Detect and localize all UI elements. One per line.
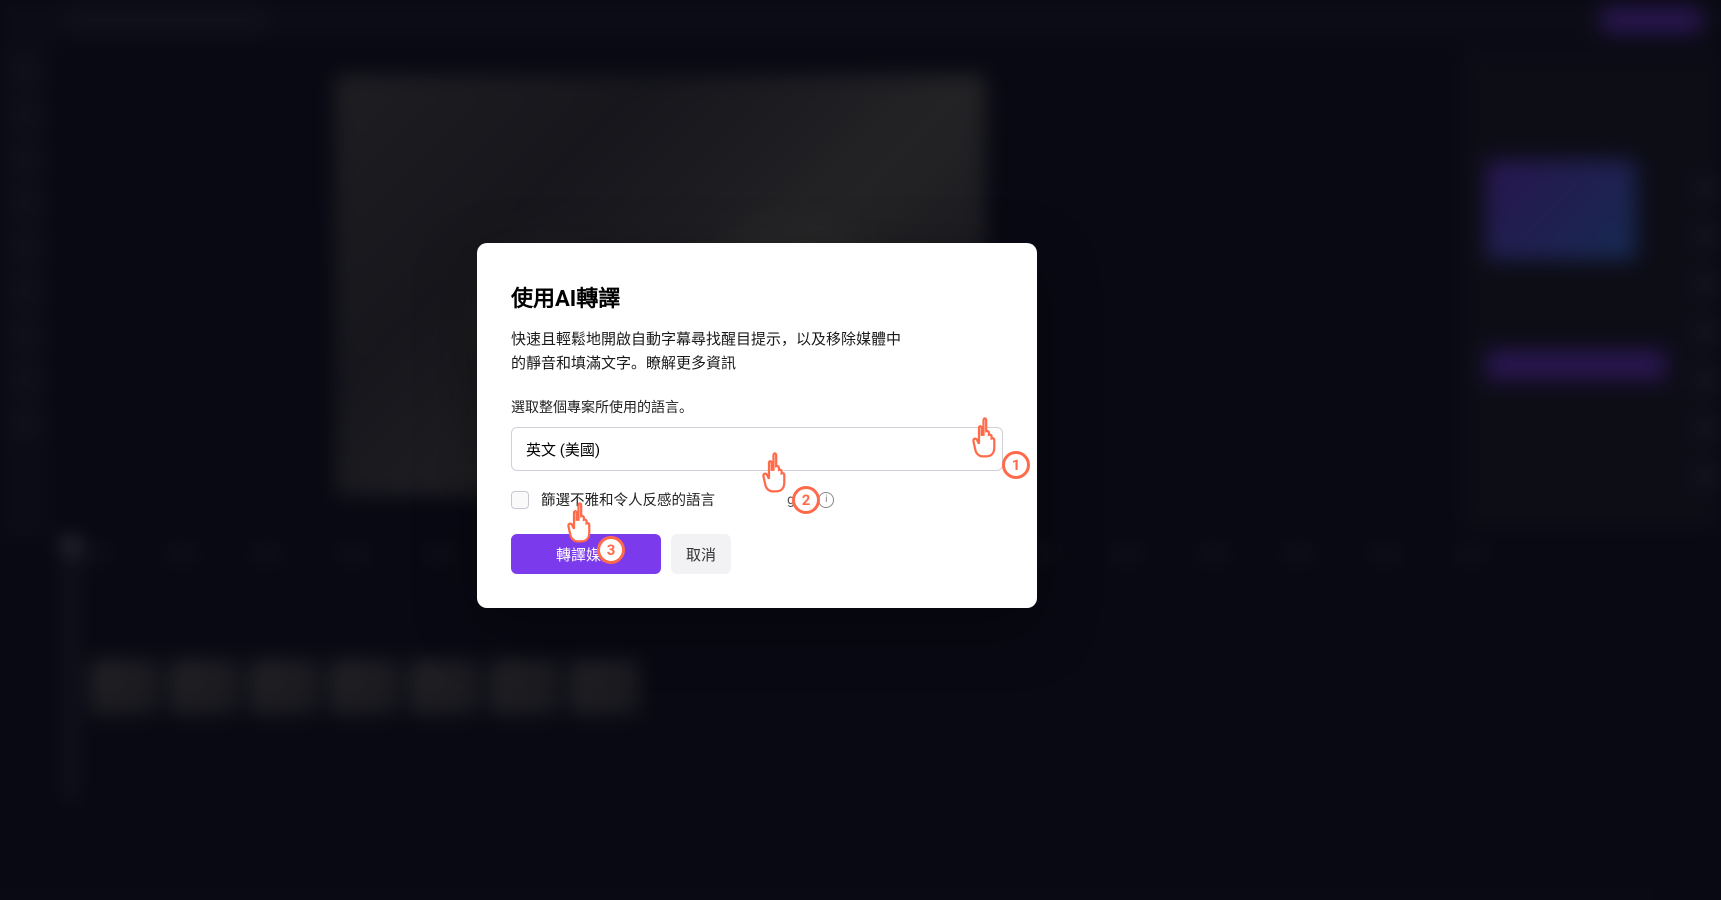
info-icon[interactable]: i [818, 492, 834, 508]
modal-title: 使用AI轉譯 [511, 281, 1003, 313]
ge-text: ge [787, 492, 802, 508]
language-select-value: 英文 (美國) [526, 439, 600, 460]
transcribe-media-button[interactable]: 轉譯媒體 [511, 534, 661, 574]
filter-profanity-label: 篩選不雅和令人反感的語言 [541, 489, 715, 510]
ai-transcribe-modal: 使用AI轉譯 快速且輕鬆地開啟自動字幕尋找醒目提示，以及移除媒體中的靜音和填滿文… [477, 243, 1037, 608]
language-select-label: 選取整個專案所使用的語言。 [511, 397, 1003, 417]
language-select[interactable]: 英文 (美國) [511, 427, 1003, 471]
chevron-down-icon [976, 443, 988, 455]
filter-profanity-checkbox[interactable] [511, 491, 529, 509]
cancel-button[interactable]: 取消 [671, 534, 731, 574]
modal-description: 快速且輕鬆地開啟自動字幕尋找醒目提示，以及移除媒體中的靜音和填滿文字。瞭解更多資… [511, 327, 911, 375]
